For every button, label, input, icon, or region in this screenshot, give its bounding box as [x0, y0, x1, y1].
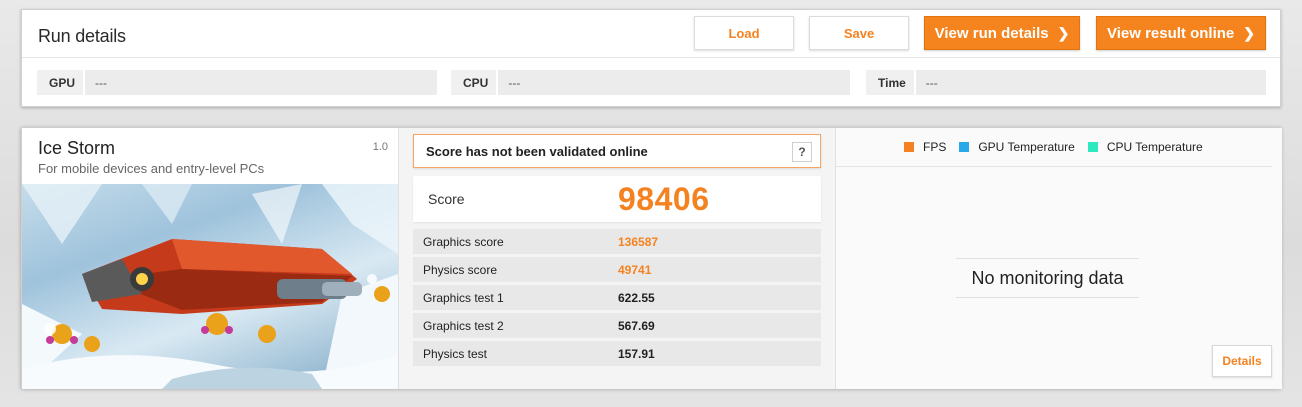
run-details-title: Run details: [38, 26, 126, 46]
monitoring-column: FPS GPU Temperature CPU Temperature No m…: [836, 128, 1282, 389]
legend-item-gpu-temperature[interactable]: GPU Temperature: [959, 140, 1075, 154]
test-description: For mobile devices and entry-level PCs: [38, 161, 265, 176]
cpu-field: CPU ---: [451, 70, 850, 95]
row-label: Physics test: [423, 346, 488, 361]
row-value: 49741: [618, 262, 652, 277]
details-button[interactable]: Details: [1212, 345, 1272, 377]
time-label: Time: [866, 70, 916, 95]
gpu-label: GPU: [37, 70, 86, 95]
score-details: Graphics score 136587 Physics score 4974…: [413, 229, 821, 369]
chevron-right-icon: ❯: [1243, 24, 1255, 41]
save-button[interactable]: Save: [809, 16, 909, 50]
legend-label: FPS: [923, 140, 947, 154]
result-panel: Ice Storm For mobile devices and entry-l…: [21, 127, 1282, 389]
score-value: 98406: [618, 181, 710, 217]
ice-storm-image: [22, 184, 398, 389]
gpu-temperature-swatch: [959, 142, 970, 152]
validation-notice: Score has not been validated online ?: [413, 134, 821, 168]
divider: [22, 57, 1280, 58]
row-value: 622.55: [618, 290, 655, 305]
ice-storm-artwork: [22, 184, 398, 389]
time-field: Time ---: [866, 70, 1266, 95]
monitoring-legend: FPS GPU Temperature CPU Temperature: [904, 140, 1216, 154]
test-version: 1.0: [372, 141, 388, 153]
cpu-value: ---: [498, 70, 850, 95]
test-card: Ice Storm For mobile devices and entry-l…: [22, 128, 398, 389]
score-row-graphics-test-2: Graphics test 2 567.69: [413, 313, 821, 338]
legend-label: GPU Temperature: [978, 140, 1075, 154]
legend-label: CPU Temperature: [1106, 140, 1203, 154]
test-name: Ice Storm: [38, 138, 116, 158]
legend-item-fps[interactable]: FPS: [904, 140, 946, 154]
validation-message: Score has not been validated online: [426, 143, 648, 159]
score-label: Score: [428, 191, 465, 207]
chevron-right-icon: ❯: [1057, 24, 1070, 41]
run-details-panel: Run details Load Save View run details ❯…: [21, 9, 1281, 107]
legend-item-cpu-temperature[interactable]: CPU Temperature: [1087, 140, 1203, 154]
load-button[interactable]: Load: [694, 16, 794, 50]
no-monitoring-data-message: No monitoring data: [956, 258, 1139, 298]
view-result-online-label: View result online: [1107, 24, 1235, 42]
score-column: Score has not been validated online ? Sc…: [398, 128, 836, 389]
help-icon[interactable]: ?: [792, 142, 812, 162]
score-row-graphics-score: Graphics score 136587: [413, 229, 821, 254]
score-row-physics-test: Physics test 157.91: [413, 341, 821, 366]
score-box: Score 98406: [413, 176, 821, 222]
cpu-label: CPU: [451, 70, 499, 95]
fps-swatch: [904, 142, 914, 152]
gpu-field: GPU ---: [37, 70, 437, 95]
view-result-online-button[interactable]: View result online ❯: [1096, 16, 1266, 50]
row-label: Graphics test 1: [423, 290, 504, 305]
row-value: 567.69: [618, 318, 655, 333]
row-label: Graphics score: [423, 234, 504, 249]
row-label: Graphics test 2: [423, 318, 504, 333]
divider: [836, 166, 1272, 167]
row-label: Physics score: [423, 262, 498, 277]
gpu-value: ---: [85, 70, 437, 95]
score-row-graphics-test-1: Graphics test 1 622.55: [413, 285, 821, 310]
time-value: ---: [915, 70, 1266, 95]
row-value: 136587: [618, 234, 659, 249]
cpu-temperature-swatch: [1087, 142, 1098, 152]
row-value: 157.91: [618, 346, 655, 361]
score-row-physics-score: Physics score 49741: [413, 257, 821, 282]
view-run-details-label: View run details: [934, 24, 1049, 42]
view-run-details-button[interactable]: View run details ❯: [924, 16, 1080, 50]
